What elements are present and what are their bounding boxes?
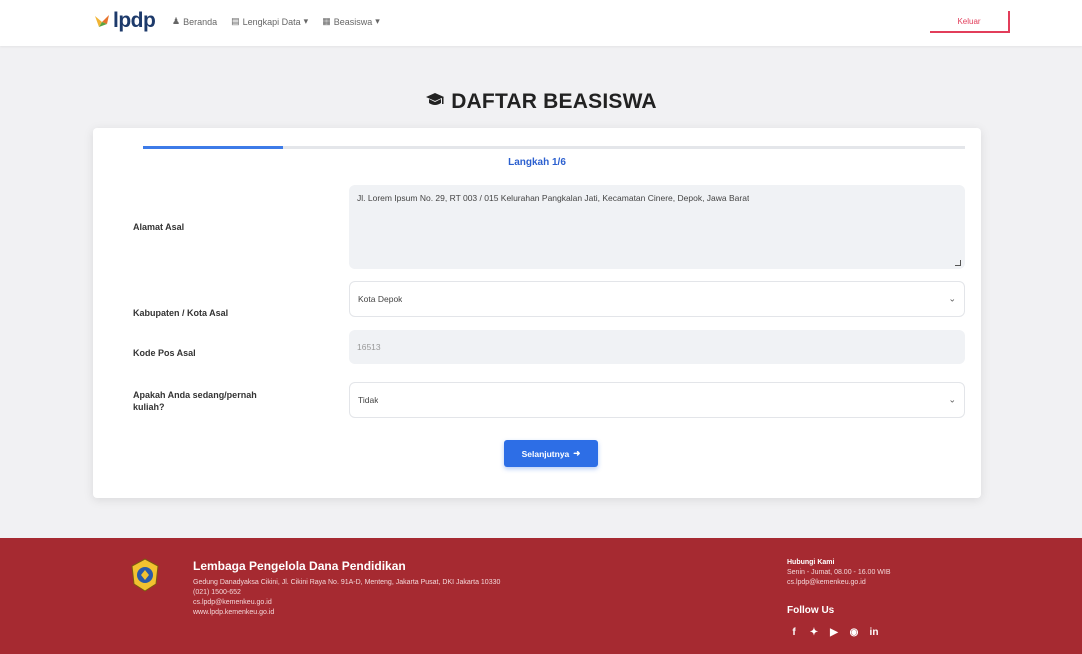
kuliah-select[interactable]: Tidak ⌄ xyxy=(349,382,965,418)
nav-link-beasiswa[interactable]: ▦ Beasiswa ▾ xyxy=(322,16,380,27)
chevron-down-icon: ▾ xyxy=(375,16,380,26)
next-button-label: Selanjutnya xyxy=(521,448,570,459)
ministry-emblem-icon xyxy=(131,558,159,592)
navbar: lpdp ♟ Beranda ▤ Lengkapi Data ▾ ▦ Beasi… xyxy=(0,0,1082,46)
next-button[interactable]: Selanjutnya ➜ xyxy=(504,440,598,467)
org-address: Gedung Danadyaksa Cikini, Jl. Cikini Ray… xyxy=(193,579,501,586)
contact-line: Senin - Jumat, 08.00 - 16.00 WIB xyxy=(787,569,891,576)
nav-link-label: Beranda xyxy=(183,16,218,27)
field-label-alamat-asal: Alamat Asal xyxy=(133,222,185,232)
arrow-right-icon: ➜ xyxy=(573,448,581,458)
chevron-down-icon: ▾ xyxy=(303,16,309,26)
youtube-icon[interactable]: ▶ xyxy=(827,625,841,639)
field-label-kabupaten-kota: Kabupaten / Kota Asal xyxy=(133,308,229,318)
contact-title: Hubungi Kami xyxy=(787,559,835,566)
facebook-icon[interactable]: f xyxy=(787,625,801,639)
field-value: Kota Depok xyxy=(358,294,403,304)
follow-us-label: Follow Us xyxy=(787,605,835,616)
logo-text: lpdp xyxy=(113,9,156,32)
grid-icon: ▦ xyxy=(322,16,331,26)
kabupaten-kota-select[interactable]: Kota Depok ⌄ xyxy=(349,281,965,317)
chevron-down-icon: ⌄ xyxy=(948,394,956,405)
progress-bar xyxy=(143,146,965,149)
lpdp-leaf-icon xyxy=(95,15,109,27)
field-label-kode-pos: Kode Pos Asal xyxy=(133,348,196,358)
resize-handle-icon[interactable] xyxy=(955,260,961,266)
org-phone: (021) 1500-652 xyxy=(193,589,241,596)
field-value: 16513 xyxy=(357,342,381,352)
page-title-text: DAFTAR BEASISWA xyxy=(451,90,657,113)
step-label: Langkah 1/6 xyxy=(508,157,566,168)
user-icon: ♟ xyxy=(172,16,181,26)
org-email[interactable]: cs.lpdp@kemenkeu.go.id xyxy=(193,599,272,606)
progress-fill xyxy=(143,146,283,149)
field-value: Jl. Lorem Ipsum No. 29, RT 003 / 015 Kel… xyxy=(357,193,750,203)
instagram-icon[interactable]: ◉ xyxy=(847,625,861,639)
form-card: Langkah 1/6 Alamat Asal Jl. Lorem Ipsum … xyxy=(93,128,981,498)
alamat-asal-textarea[interactable]: Jl. Lorem Ipsum No. 29, RT 003 / 015 Kel… xyxy=(349,185,965,269)
linkedin-icon[interactable]: in xyxy=(867,625,881,639)
social-links: f ✦ ▶ ◉ in xyxy=(787,625,881,639)
org-name: Lembaga Pengelola Dana Pendidikan xyxy=(193,559,406,573)
nav-links: ♟ Beranda ▤ Lengkapi Data ▾ ▦ Beasiswa ▾ xyxy=(172,16,380,27)
field-value: Tidak xyxy=(358,395,379,405)
nav-link-label: Beasiswa xyxy=(333,16,373,27)
org-website[interactable]: www.lpdp.kemenkeu.go.id xyxy=(193,609,274,616)
graduation-cap-icon xyxy=(425,90,445,114)
twitter-icon[interactable]: ✦ xyxy=(807,625,821,639)
lpdp-logo[interactable]: lpdp xyxy=(93,9,156,33)
chevron-down-icon: ⌄ xyxy=(948,293,956,304)
field-label-kuliah: Apakah Anda sedang/pernah kuliah? xyxy=(133,390,257,412)
kode-pos-field: 16513 xyxy=(349,330,965,364)
nav-link-label: Lengkapi Data xyxy=(242,16,301,27)
contact-line[interactable]: cs.lpdp@kemenkeu.go.id xyxy=(787,579,866,586)
nav-link-beranda[interactable]: ♟ Beranda xyxy=(172,16,217,27)
page-title: DAFTAR BEASISWA xyxy=(0,90,1082,114)
footer: Lembaga Pengelola Dana Pendidikan Gedung… xyxy=(0,538,1082,654)
document-icon: ▤ xyxy=(231,16,240,26)
logout-button[interactable]: Keluar xyxy=(930,11,1010,33)
nav-link-lengkapi-data[interactable]: ▤ Lengkapi Data ▾ xyxy=(231,16,308,27)
